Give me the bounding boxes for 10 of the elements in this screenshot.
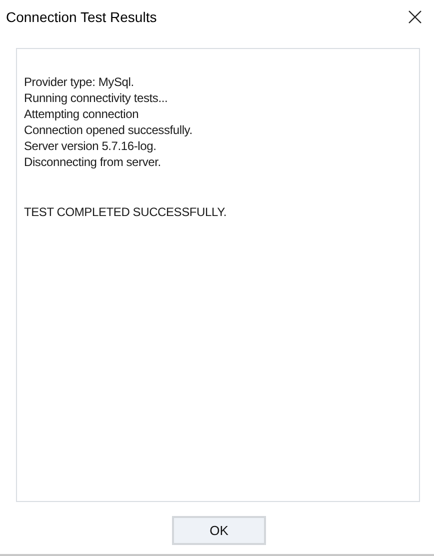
close-icon[interactable] — [408, 10, 422, 24]
log-line: Server version 5.7.16-log. — [24, 138, 156, 154]
ok-button[interactable]: OK — [172, 516, 266, 545]
log-line: Provider type: MySql. — [24, 74, 134, 90]
log-line: Connection opened successfully. — [24, 122, 192, 138]
log-line: Disconnecting from server. — [24, 154, 161, 170]
log-line: Attempting connection — [24, 106, 139, 122]
window-title: Connection Test Results — [6, 8, 157, 24]
log-line: Running connectivity tests... — [24, 90, 168, 106]
result-message: TEST COMPLETED SUCCESSFULLY. — [24, 204, 226, 220]
